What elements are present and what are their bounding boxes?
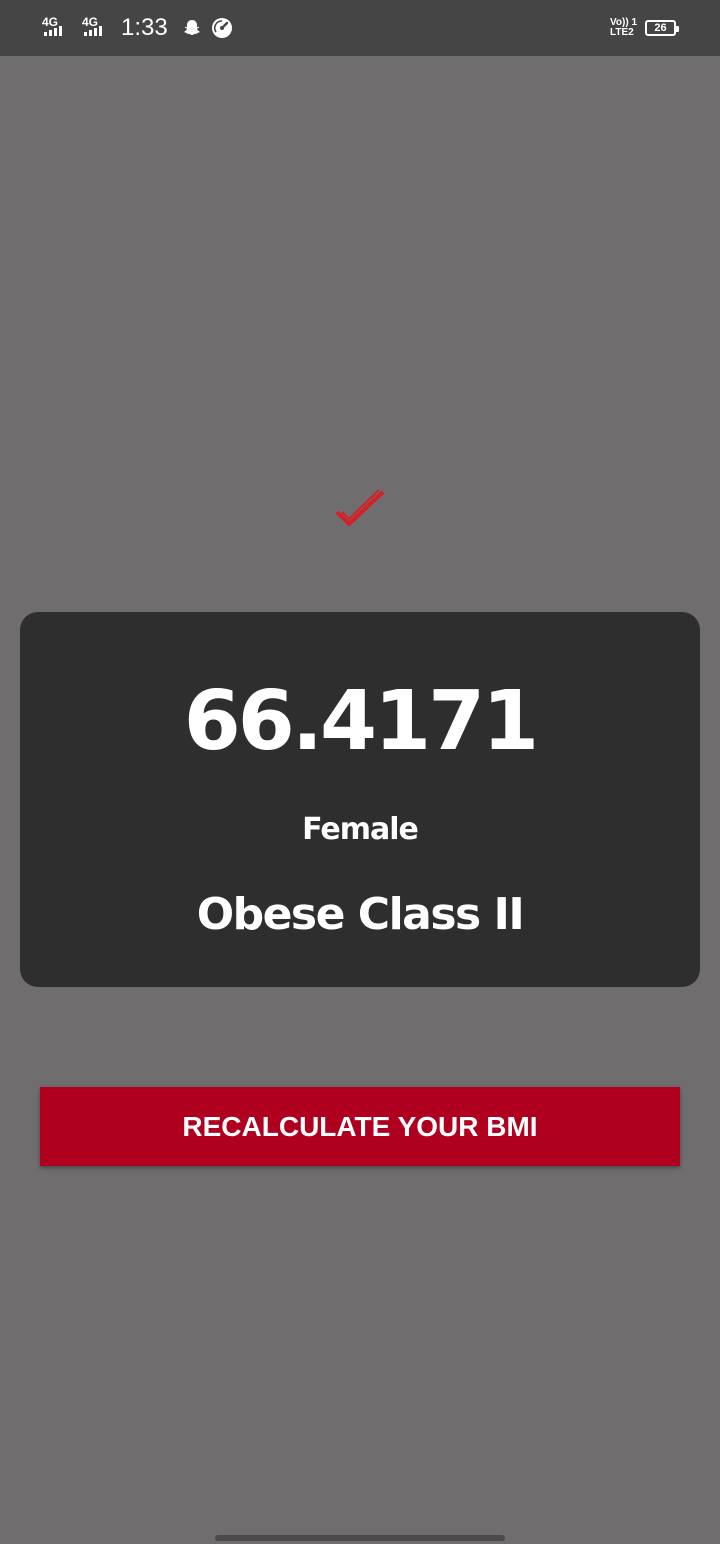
bmi-value: 66.4171 <box>183 674 539 769</box>
recalculate-button[interactable]: RECALCULATE YOUR BMI <box>40 1087 680 1166</box>
battery-level: 26 <box>654 22 667 34</box>
bmi-category: Obese Class II <box>196 889 525 940</box>
gender-label: Female <box>302 812 419 847</box>
result-card: 66.4171 Female Obese Class II <box>20 612 700 987</box>
checkmark-icon <box>335 489 385 527</box>
volte-indicator: Vo)) 1 LTE2 <box>610 18 637 38</box>
status-time: 1:33 <box>121 14 168 41</box>
speedometer-icon <box>212 18 232 38</box>
status-bar: 4G 4G 1:33 Vo)) 1 LTE2 26 <box>0 0 720 56</box>
volte-line2: LTE2 <box>610 27 634 38</box>
battery-icon: 26 <box>645 20 679 36</box>
home-indicator[interactable] <box>215 1535 505 1541</box>
signal-icon <box>44 17 64 36</box>
signal-icon <box>84 17 104 36</box>
sim1-signal: 4G <box>42 16 76 38</box>
snapchat-ghost-icon <box>184 20 200 35</box>
sim2-signal: 4G <box>82 16 116 38</box>
